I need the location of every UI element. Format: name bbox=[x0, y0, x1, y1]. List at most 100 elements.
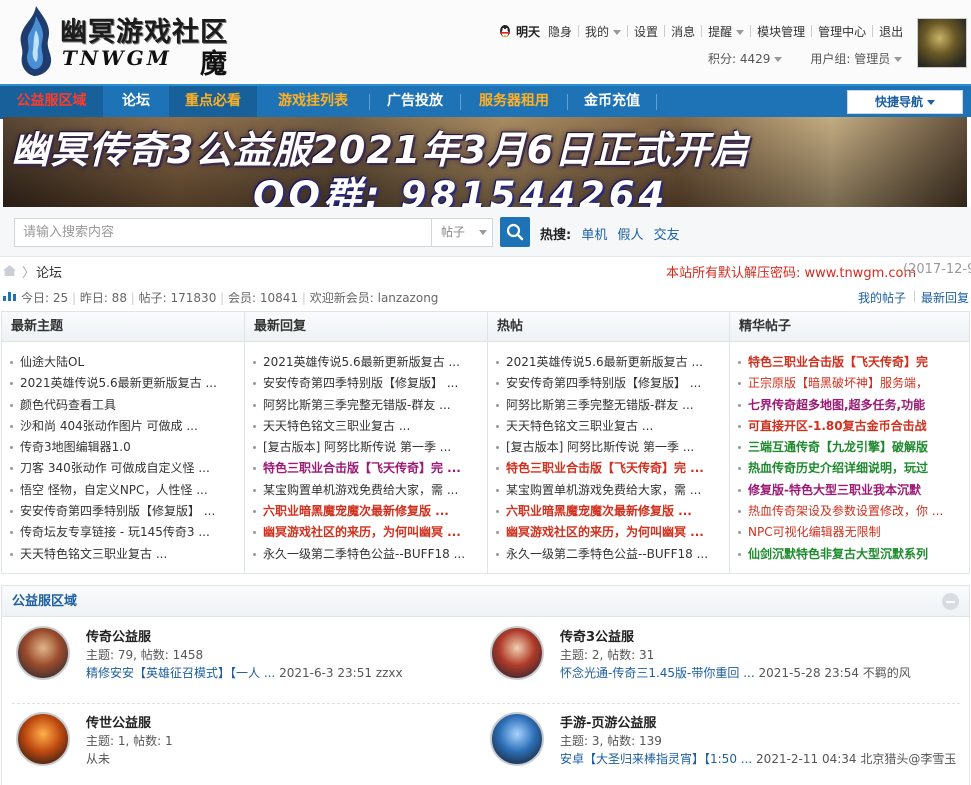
list-item[interactable]: 某宝购置单机游戏免费给大家，需 ... bbox=[253, 480, 481, 501]
list-item[interactable]: 天天特色铭文三职业复古 ... bbox=[496, 416, 724, 437]
list-item[interactable]: 刀客 340张动作 可做成自定义怪 ... bbox=[10, 458, 238, 479]
last-post-meta: 2021-5-28 23:54 不羁的风 bbox=[758, 666, 911, 680]
list-item[interactable]: 仙剑沉默特色非复古大型沉默系列 bbox=[738, 544, 966, 565]
list-item[interactable]: 阿努比斯第三季完整无错版-群友 ... bbox=[496, 395, 724, 416]
list-item[interactable]: 悟空 怪物，自定义NPC，人性怪 ... bbox=[10, 480, 238, 501]
bullet-icon bbox=[253, 361, 256, 364]
hot-word[interactable]: 单机 bbox=[581, 228, 607, 243]
board-name[interactable]: 手游-页游公益服 bbox=[560, 712, 656, 731]
list-item[interactable]: [复古版本] 阿努比斯传说 第一季 ... bbox=[253, 437, 481, 458]
invisible-status[interactable]: 隐身 bbox=[548, 23, 572, 40]
list-item[interactable]: 天天特色铭文三职业复古 ... bbox=[253, 416, 481, 437]
nav-item-gold-recharge[interactable]: 金币充值 bbox=[568, 86, 656, 119]
board-last-post: 安卓【大圣归来棒指灵宵】【1:50 ... 2021-2-11 04:34 北京… bbox=[560, 750, 956, 767]
last-post-link[interactable]: 怀念光通-传奇三1.45版-带你重回 ... bbox=[560, 666, 755, 680]
site-logo[interactable]: 幽冥游戏社区 TNWGM 魔 bbox=[14, 4, 246, 80]
board-avatar[interactable] bbox=[490, 712, 544, 766]
my-posts-link[interactable]: 我的帖子 bbox=[858, 289, 906, 306]
bullet-icon bbox=[738, 467, 741, 471]
bullet-icon bbox=[496, 424, 499, 428]
messages-link[interactable]: 消息 bbox=[671, 23, 695, 40]
collapse-icon[interactable] bbox=[942, 593, 959, 610]
reminders-menu[interactable]: 提醒 bbox=[708, 23, 745, 40]
points-menu[interactable]: 积分: 4429 bbox=[708, 50, 783, 67]
admin-center-link[interactable]: 管理中心 bbox=[818, 23, 866, 40]
hot-word[interactable]: 交友 bbox=[654, 228, 680, 243]
home-icon[interactable] bbox=[2, 264, 17, 277]
list-item[interactable]: [复古版本] 阿努比斯传说 第一季 ... bbox=[496, 437, 724, 458]
bullet-icon bbox=[253, 467, 256, 471]
list-item[interactable]: 可直接开区-1.80复古金币合击战 bbox=[738, 416, 966, 437]
last-post-text: 从未 bbox=[86, 752, 111, 766]
module-manage-link[interactable]: 模块管理 bbox=[757, 23, 805, 40]
list-item[interactable]: 修复版-特色大型三职业我本沉默 bbox=[738, 480, 966, 501]
bullet-icon bbox=[253, 382, 256, 386]
list-item[interactable]: 安安传奇第四季特别版【修复版】 ... bbox=[10, 501, 238, 522]
user-avatar[interactable] bbox=[917, 18, 967, 68]
nav-item-cheat-list[interactable]: 游戏挂列表 bbox=[257, 86, 369, 119]
list-item[interactable]: 天天特色铭文三职业复古 ... bbox=[10, 544, 238, 565]
list-item[interactable]: 六职业暗黑魔宠魔次最新修复版 ... bbox=[253, 501, 481, 522]
list-item[interactable]: 热血传奇架设及参数设置修改，你 ... bbox=[738, 501, 966, 522]
post-list: 2021英雄传说5.6最新更新版复古 ... 安安传奇第四季特别版【修复版】 ..… bbox=[488, 342, 729, 565]
breadcrumb-current[interactable]: 论坛 bbox=[36, 262, 62, 281]
username-link[interactable]: 明天 bbox=[516, 23, 540, 40]
board-name[interactable]: 传奇公益服 bbox=[86, 626, 151, 645]
list-item[interactable]: 安安传奇第四季特别版【修复版】 ... bbox=[496, 373, 724, 394]
post-title: 安安传奇第四季特别版【修复版】 ... bbox=[20, 504, 216, 519]
last-post-link[interactable]: 安卓【大圣归来棒指灵宵】【1:50 ... bbox=[560, 752, 752, 766]
nav-item-ads[interactable]: 广告投放 bbox=[370, 86, 460, 119]
password-notice[interactable]: 本站所有默认解压密码: www.tnwgm.com bbox=[666, 262, 916, 281]
nav-item-server-rental[interactable]: 服务器租用 bbox=[461, 86, 567, 119]
list-item[interactable]: 七界传奇超多地图,超多任务,功能 bbox=[738, 395, 966, 416]
list-item[interactable]: 永久一级第二季特色公益--BUFF18 ... bbox=[496, 544, 724, 565]
board-avatar[interactable] bbox=[16, 712, 70, 766]
list-item[interactable]: 特色三职业合击版【飞天传奇】完 ... bbox=[496, 458, 724, 479]
quick-nav-button[interactable]: 快捷导航 bbox=[847, 90, 963, 114]
search-button[interactable] bbox=[500, 217, 530, 247]
bullet-icon bbox=[496, 446, 499, 450]
latest-reply-link[interactable]: 最新回复 bbox=[921, 289, 969, 306]
my-menu[interactable]: 我的 bbox=[585, 23, 622, 40]
list-item[interactable]: 颜色代码查看工具 bbox=[10, 395, 238, 416]
list-item[interactable]: 幽冥游戏社区的来历，为何叫幽冥 ... bbox=[253, 522, 481, 543]
list-item[interactable]: 六职业暗黑魔宠魔次最新修复版 ... bbox=[496, 501, 724, 522]
list-item[interactable]: 永久一级第二季特色公益--BUFF18 ... bbox=[253, 544, 481, 565]
list-item[interactable]: 传奇3地图编辑器1.0 bbox=[10, 437, 238, 458]
list-item[interactable]: 特色三职业合击版【飞天传奇】完 ... bbox=[253, 458, 481, 479]
section-title[interactable]: 公益服区域 bbox=[12, 594, 77, 609]
announcement-banner[interactable]: 幽冥传奇3公益服2021年3月6日正式开启 QQ群: 981544264 bbox=[3, 117, 967, 207]
nav-item-must-read[interactable]: 重点必看 bbox=[169, 86, 257, 119]
logout-link[interactable]: 退出 bbox=[879, 23, 903, 40]
settings-link[interactable]: 设置 bbox=[634, 23, 658, 40]
board-name[interactable]: 传奇3公益服 bbox=[560, 626, 634, 645]
list-item[interactable]: 正宗原版【暗黑破坏神】服务端， bbox=[738, 373, 966, 394]
list-item[interactable]: 特色三职业合击版【飞天传奇】完 bbox=[738, 352, 966, 373]
list-item[interactable]: 2021英雄传说5.6最新更新版复古 ... bbox=[10, 373, 238, 394]
list-item[interactable]: NPC可视化编辑器无限制 bbox=[738, 522, 966, 543]
board-avatar[interactable] bbox=[16, 626, 70, 680]
list-item[interactable]: 2021英雄传说5.6最新更新版复古 ... bbox=[496, 352, 724, 373]
search-type-select[interactable]: 帖子 bbox=[431, 218, 493, 247]
list-item[interactable]: 仙途大陆OL bbox=[10, 352, 238, 373]
bullet-icon bbox=[496, 488, 499, 492]
list-item[interactable]: 传奇坛友专享链接 - 玩145传奇3 ... bbox=[10, 522, 238, 543]
list-item[interactable]: 热血传奇历史介绍详细说明，玩过 bbox=[738, 458, 966, 479]
board-avatar[interactable] bbox=[490, 626, 544, 680]
list-item[interactable]: 安安传奇第四季特别版【修复版】 ... bbox=[253, 373, 481, 394]
list-item[interactable]: 阿努比斯第三季完整无错版-群友 ... bbox=[253, 395, 481, 416]
user-group-menu[interactable]: 用户组: 管理员 bbox=[810, 50, 903, 67]
nav-item-public-servers[interactable]: 公益服区域 bbox=[0, 86, 103, 119]
stat-welcome[interactable]: 欢迎新会员: lanzazong bbox=[310, 291, 439, 305]
list-item[interactable]: 某宝购置单机游戏免费给大家，需 ... bbox=[496, 480, 724, 501]
nav-item-forum[interactable]: 论坛 bbox=[103, 86, 169, 119]
last-post-link[interactable]: 精修安安【英雄征召模式】【一人 ... bbox=[86, 666, 275, 680]
list-item[interactable]: 幽冥游戏社区的来历，为何叫幽冥 ... bbox=[496, 522, 724, 543]
hot-word[interactable]: 假人 bbox=[618, 228, 644, 243]
board-name[interactable]: 传世公益服 bbox=[86, 712, 151, 731]
search-input[interactable]: 请输入搜索内容 bbox=[14, 218, 432, 247]
list-item[interactable]: 沙和尚 404张动作图片 可做成 ... bbox=[10, 416, 238, 437]
list-item[interactable]: 三端互通传奇【九龙引擎】破解版 bbox=[738, 437, 966, 458]
list-item[interactable]: 2021英雄传说5.6最新更新版复古 ... bbox=[253, 352, 481, 373]
section-header: 公益服区域 bbox=[2, 586, 969, 617]
